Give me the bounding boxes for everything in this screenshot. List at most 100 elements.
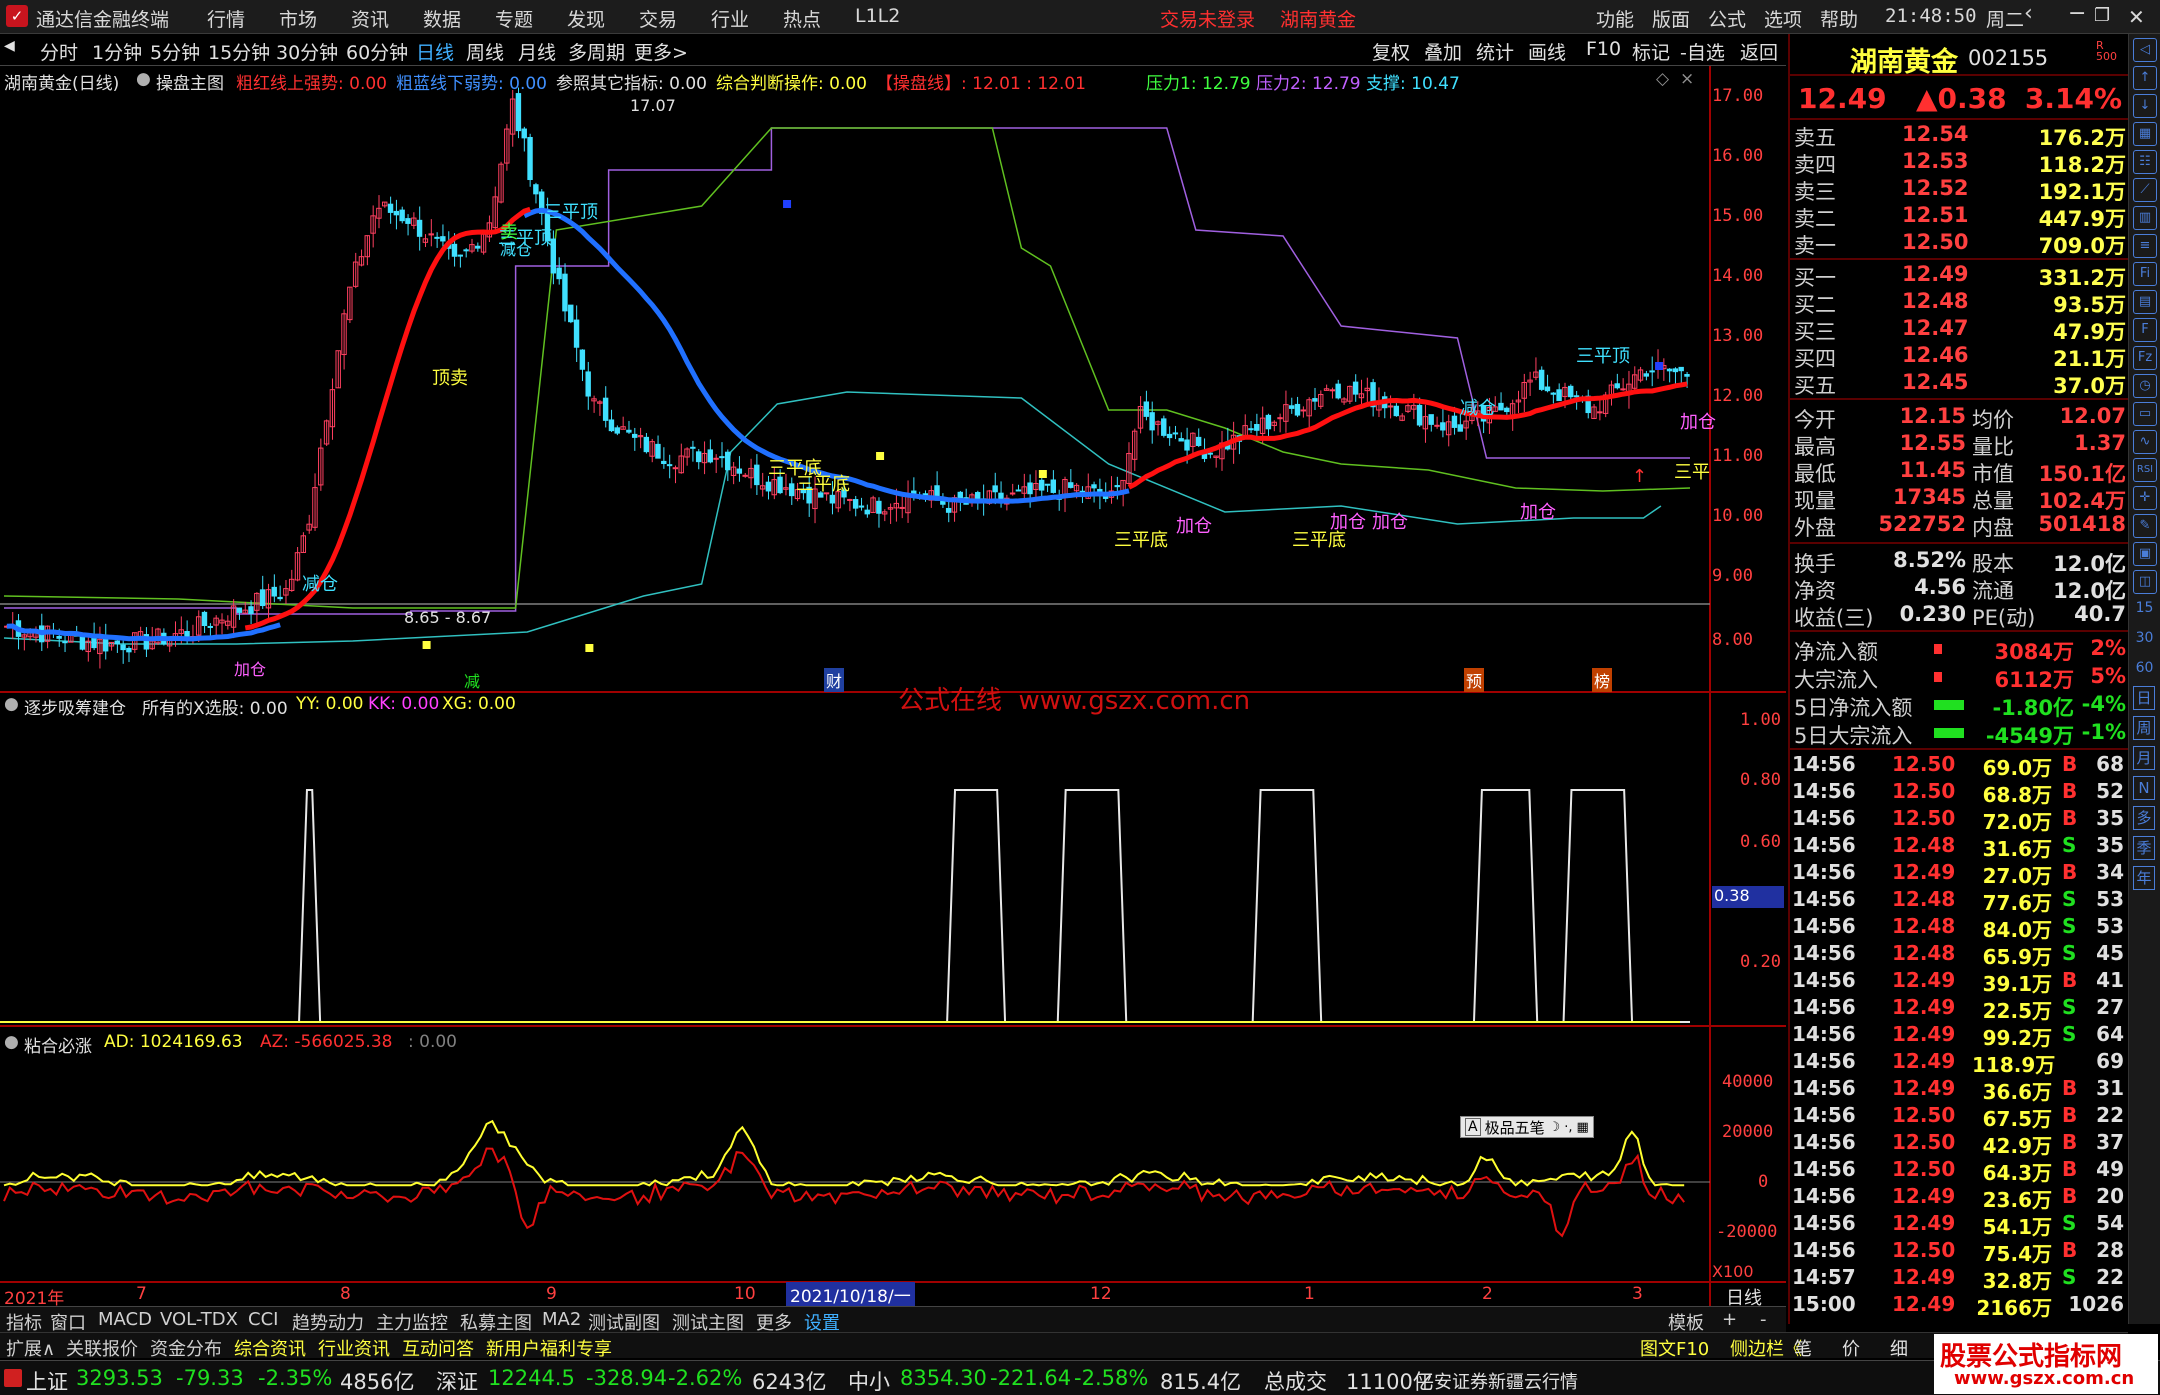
bars-icon[interactable]: ▥ — [2133, 206, 2157, 230]
menu-banmian[interactable]: 版面 — [1652, 5, 1690, 32]
ime-a-icon[interactable]: A — [1465, 1118, 1481, 1136]
tab-tuwen[interactable]: 图文F10 — [1640, 1335, 1709, 1361]
restore-icon[interactable]: ❐ — [2094, 5, 2110, 26]
menu-zixun[interactable]: 资讯 — [351, 5, 389, 32]
ask-row-1[interactable]: 卖一 12.50 709.0万 — [1794, 230, 2126, 258]
trend-icon[interactable]: ⟋ — [2133, 178, 2157, 202]
marker-cai[interactable]: 财 — [824, 668, 845, 692]
menu-redian[interactable]: 热点 — [783, 5, 821, 32]
sh-name[interactable]: 上证 — [26, 1366, 68, 1395]
menu-zhuanti[interactable]: 专题 — [495, 5, 533, 32]
chart-icon[interactable]: ▤ — [2133, 290, 2157, 314]
tab-bi[interactable]: 笔 — [1794, 1335, 1812, 1361]
tool-tongji[interactable]: 统计 — [1476, 38, 1514, 65]
menu-shuju[interactable]: 数据 — [423, 5, 461, 32]
tab-minus[interactable]: - — [1760, 1309, 1767, 1330]
marker-jian[interactable]: 减 — [464, 668, 480, 692]
tab-30min[interactable]: 30分钟 — [276, 38, 338, 65]
menu-jiaoyi[interactable]: 交易 — [639, 5, 677, 32]
tab-ma2[interactable]: MA2 — [542, 1309, 581, 1330]
tab-plus[interactable]: + — [1722, 1309, 1737, 1330]
tab-jia[interactable]: 价 — [1842, 1335, 1860, 1361]
menu-hangqing[interactable]: 行情 — [207, 5, 245, 32]
menu-l1l2[interactable]: L1L2 — [855, 5, 900, 27]
tab-hangye[interactable]: 行业资讯 — [318, 1335, 390, 1361]
f10-icon[interactable]: F — [2133, 318, 2157, 342]
tick-list[interactable]: 14:56 12.50 69.0万 B 68 14:56 12.50 68.8万 B 52 14:5… — [1790, 752, 2130, 1324]
doc-icon[interactable]: ▭ — [2133, 402, 2157, 426]
multi-icon[interactable]: ▣ — [2133, 542, 2157, 566]
table-icon[interactable]: ☷ — [2133, 150, 2157, 174]
period-icon[interactable]: 周 — [2133, 716, 2155, 740]
ask-row-2[interactable]: 卖二 12.51 447.9万 — [1794, 203, 2126, 231]
minimize-icon[interactable]: − — [2068, 1, 2086, 26]
ime-name[interactable]: 极品五笔 — [1485, 1117, 1545, 1138]
period-30[interactable]: 30 — [2129, 630, 2160, 646]
period-icon[interactable]: 季 — [2133, 836, 2155, 860]
tab-1min[interactable]: 1分钟 — [92, 38, 142, 65]
tab-vol[interactable]: VOL-TDX — [160, 1309, 238, 1330]
tab-macd[interactable]: MACD — [98, 1309, 152, 1330]
tab-guanlian[interactable]: 关联报价 — [66, 1335, 138, 1361]
tab-more[interactable]: 更多> — [634, 38, 688, 65]
tab-5min[interactable]: 5分钟 — [150, 38, 200, 65]
ask-row-3[interactable]: 卖三 12.52 192.1万 — [1794, 176, 2126, 204]
close-icon[interactable]: ✕ — [2128, 5, 2145, 29]
tool-fuquan[interactable]: 复权 — [1372, 38, 1410, 65]
sub2-dot-icon[interactable]: ● — [4, 1032, 19, 1052]
tab-kuozhan[interactable]: 扩展∧ — [6, 1335, 55, 1361]
tab-xi[interactable]: 细 — [1890, 1335, 1908, 1361]
period-icon[interactable]: 日 — [2133, 686, 2155, 710]
marker-bang[interactable]: 榜 — [1592, 668, 1613, 692]
tool-huaxian[interactable]: 画线 — [1528, 38, 1566, 65]
tab-zijin[interactable]: 资金分布 — [150, 1335, 222, 1361]
tab-weekly[interactable]: 周线 — [466, 38, 504, 65]
bid-row-5[interactable]: 买五 12.45 37.0万 — [1794, 370, 2126, 398]
bid-row-2[interactable]: 买二 12.48 93.5万 — [1794, 289, 2126, 317]
menu-shichang[interactable]: 市场 — [279, 5, 317, 32]
tab-xinyonghu[interactable]: 新用户福利专享 — [486, 1335, 612, 1361]
menu-faxian[interactable]: 发现 — [567, 5, 605, 32]
collapse-icon[interactable]: ◀ — [4, 38, 15, 54]
ime-moon-icon[interactable]: ☽ — [1549, 1120, 1561, 1135]
tool-zixuan[interactable]: -自选 — [1680, 38, 1725, 65]
menu-bangzhu[interactable]: 帮助 — [1820, 5, 1858, 32]
period-60[interactable]: 60 — [2129, 660, 2160, 676]
marker-yu[interactable]: 预 — [1464, 668, 1485, 692]
period-15[interactable]: 15 — [2129, 600, 2160, 616]
tool-fanhui[interactable]: 返回 — [1740, 38, 1778, 65]
sub2-name[interactable]: 粘合必涨 — [24, 1032, 92, 1057]
sub1-name[interactable]: 逐步吸筹建仓 — [24, 694, 126, 719]
period-icon[interactable]: 月 — [2133, 746, 2155, 770]
collapse-right-icon[interactable]: ◁ — [2133, 38, 2157, 62]
cross-icon[interactable]: ✛ — [2133, 486, 2157, 510]
zx-name[interactable]: 中小 — [848, 1366, 890, 1395]
tab-hudong[interactable]: 互动问答 — [402, 1335, 474, 1361]
ask-row-5[interactable]: 卖五 12.54 176.2万 — [1794, 122, 2126, 150]
menu-gongshi[interactable]: 公式 — [1708, 5, 1746, 32]
sz-name[interactable]: 深证 — [436, 1366, 478, 1395]
clock-icon[interactable]: ◷ — [2133, 374, 2157, 398]
sub1-dot-icon[interactable]: ● — [4, 694, 19, 714]
bid-row-3[interactable]: 买三 12.47 47.9万 — [1794, 316, 2126, 344]
bid-row-4[interactable]: 买四 12.46 21.1万 — [1794, 343, 2126, 371]
wave-icon[interactable]: ∿ — [2133, 430, 2157, 454]
tab-multi[interactable]: 多周期 — [568, 38, 625, 65]
tool-biaoji[interactable]: 标记 — [1632, 38, 1670, 65]
menu-gongneng[interactable]: 功能 — [1596, 5, 1634, 32]
tab-cci[interactable]: CCI — [248, 1309, 278, 1330]
menu-hangye[interactable]: 行业 — [711, 5, 749, 32]
tab-daily[interactable]: 日线 — [416, 38, 454, 65]
tool-f10[interactable]: F10 — [1586, 38, 1621, 60]
rsi-icon[interactable]: RSI — [2133, 458, 2157, 482]
pen-icon[interactable]: ✎ — [2133, 514, 2157, 538]
ask-row-4[interactable]: 卖四 12.53 118.2万 — [1794, 149, 2126, 177]
tab-60min[interactable]: 60分钟 — [346, 38, 408, 65]
period-icon[interactable]: 年 — [2133, 866, 2155, 890]
login-status[interactable]: 交易未登录 — [1160, 5, 1255, 32]
menu-xuanxiang[interactable]: 选项 — [1764, 5, 1802, 32]
up-arrow-icon[interactable]: ↑ — [2133, 66, 2157, 90]
period-icon[interactable]: N — [2133, 776, 2155, 800]
tab-cebianlan[interactable]: 侧边栏《 — [1730, 1335, 1802, 1361]
fin-icon[interactable]: Fi — [2133, 262, 2157, 286]
